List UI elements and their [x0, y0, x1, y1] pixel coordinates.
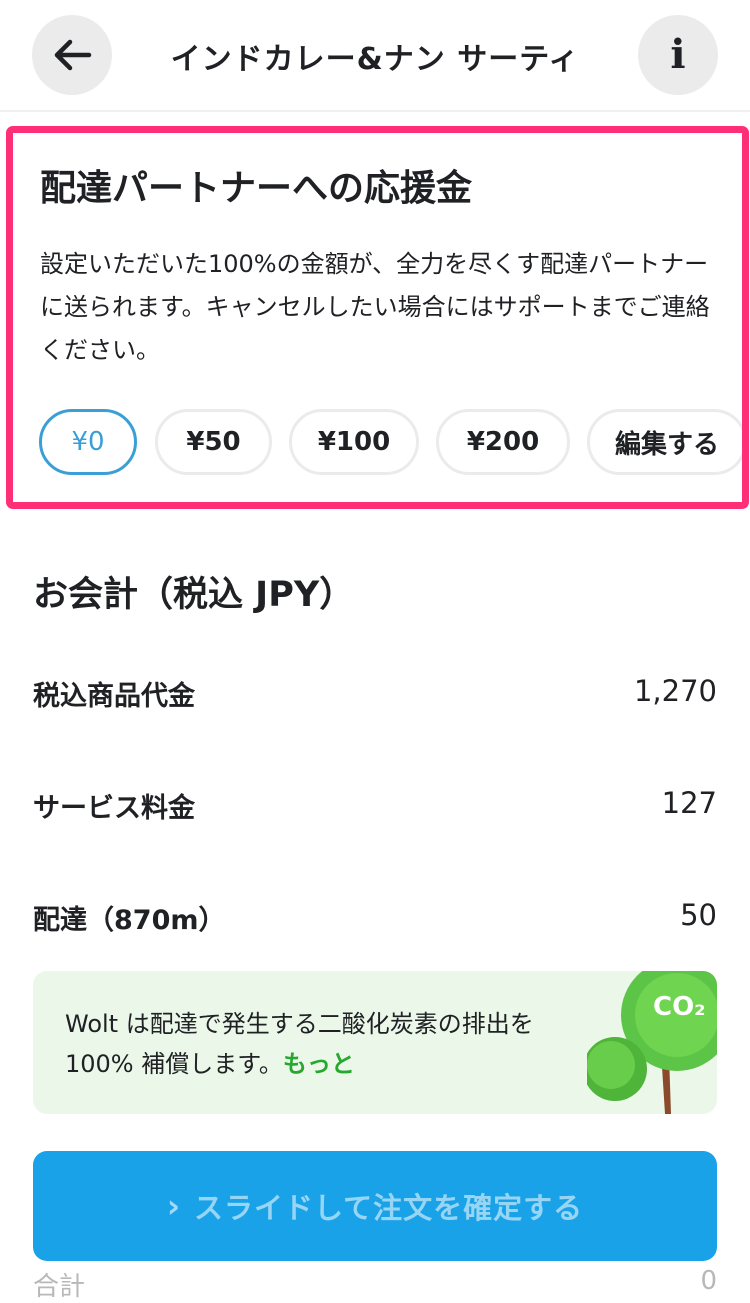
co2-banner: Wolt は配達で発生する二酸化炭素の排出を100% 補償します。もっと CO₂ — [33, 971, 717, 1114]
tip-options: ¥0 ¥50 ¥100 ¥200 編集する — [33, 409, 742, 479]
line-item-value: 127 — [661, 786, 717, 820]
tip-edit-button[interactable]: 編集する — [587, 409, 742, 475]
line-item-label: 配達（870m） — [33, 905, 226, 936]
courier-tip-section: 配達パートナーへの応援金 設定いただいた100%の金額が、全力を尽くす配達パート… — [6, 126, 749, 509]
co2-badge: CO₂ — [653, 992, 706, 1022]
total-row: 合計 0 — [33, 1266, 717, 1303]
tip-option-0[interactable]: ¥0 — [39, 409, 137, 475]
tip-option-100[interactable]: ¥100 — [289, 409, 419, 475]
arrow-left-icon — [54, 39, 92, 71]
back-button[interactable] — [32, 15, 112, 95]
tip-option-200[interactable]: ¥200 — [436, 409, 570, 475]
line-item-subtotal: 税込商品代金 1,270 — [33, 674, 717, 713]
tree-icon: CO₂ — [587, 971, 717, 1114]
tip-description: 設定いただいた100%の金額が、全力を尽くす配達パートナーに送られます。キャンセ… — [40, 250, 710, 364]
co2-more-link[interactable]: もっと — [283, 1050, 355, 1078]
line-item-service-fee: サービス料金 127 — [33, 786, 717, 825]
line-item-value: 1,270 — [633, 674, 717, 708]
slide-to-confirm-button[interactable]: › スライドして注文を確定する — [33, 1151, 717, 1261]
line-item-delivery: 配達（870m） 50 — [33, 898, 717, 937]
line-item-label: サービス料金 — [33, 793, 195, 824]
line-item-value: 50 — [680, 898, 717, 932]
checkout-title: お会計（税込 JPY） — [33, 575, 355, 615]
line-item-label: 税込商品代金 — [33, 681, 195, 712]
chevron-right-icon: › — [166, 1187, 181, 1225]
total-value: 0 — [700, 1266, 717, 1296]
tip-title: 配達パートナーへの応援金 — [40, 168, 473, 209]
co2-text: Wolt は配達で発生する二酸化炭素の排出を100% 補償します。もっと — [65, 1004, 585, 1084]
info-button[interactable]: i — [638, 15, 718, 95]
info-icon: i — [670, 31, 686, 78]
page-title: インドカレー&ナン サーティ — [170, 42, 580, 77]
total-label: 合計 — [33, 1272, 86, 1302]
slide-label: スライドして注文を確定する — [194, 1191, 584, 1225]
top-bar: インドカレー&ナン サーティ i — [0, 0, 750, 112]
tip-option-50[interactable]: ¥50 — [155, 409, 272, 475]
